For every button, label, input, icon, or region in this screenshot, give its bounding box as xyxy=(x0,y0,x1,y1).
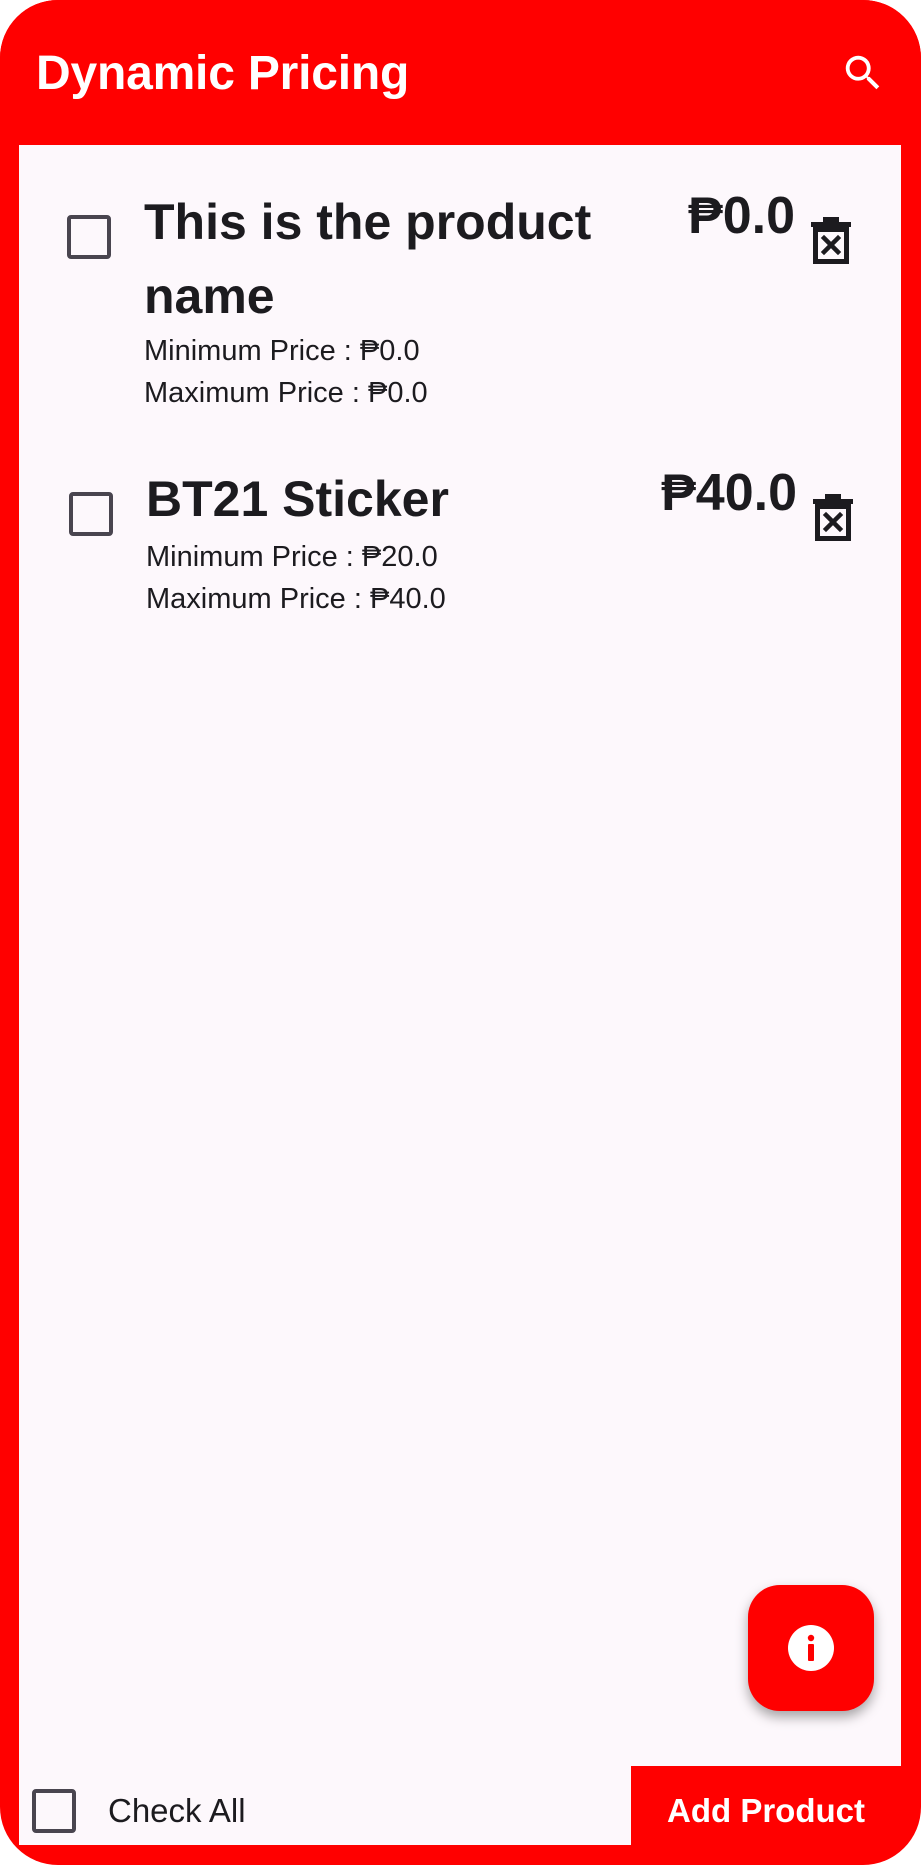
maximum-price: Maximum Price : ₱40.0 xyxy=(146,583,446,615)
check-all-checkbox[interactable] xyxy=(32,1789,76,1833)
search-icon xyxy=(845,55,880,90)
product-name: BT21 Sticker xyxy=(146,471,449,527)
minimum-price: Minimum Price : ₱0.0 xyxy=(144,335,420,367)
search-button[interactable] xyxy=(836,46,890,100)
app-screen: Dynamic Pricing This is the product name… xyxy=(0,0,921,1865)
product-checkbox[interactable] xyxy=(67,215,111,259)
delete-icon[interactable] xyxy=(811,492,855,542)
maximum-price: Maximum Price : ₱0.0 xyxy=(144,377,428,409)
delete-icon[interactable] xyxy=(809,215,853,265)
product-price: ₱0.0 xyxy=(688,187,795,245)
check-all-label[interactable]: Check All xyxy=(108,1792,246,1830)
page-title: Dynamic Pricing xyxy=(36,47,410,100)
minimum-price: Minimum Price : ₱20.0 xyxy=(146,541,438,573)
app-bar: Dynamic Pricing xyxy=(0,0,921,145)
product-price: ₱40.0 xyxy=(661,464,797,522)
product-item[interactable]: BT21 Sticker ₱40.0 Minimum Price : ₱20.0… xyxy=(19,445,901,625)
product-name: This is the product name xyxy=(144,194,592,324)
add-product-button[interactable]: Add Product xyxy=(631,1766,901,1846)
info-button[interactable] xyxy=(748,1585,874,1711)
product-item[interactable]: This is the product name ₱0.0 Minimum Pr… xyxy=(19,145,901,415)
product-checkbox[interactable] xyxy=(69,492,113,536)
info-icon xyxy=(788,1625,834,1671)
bottom-bar: Check All Add Product xyxy=(19,1766,901,1846)
